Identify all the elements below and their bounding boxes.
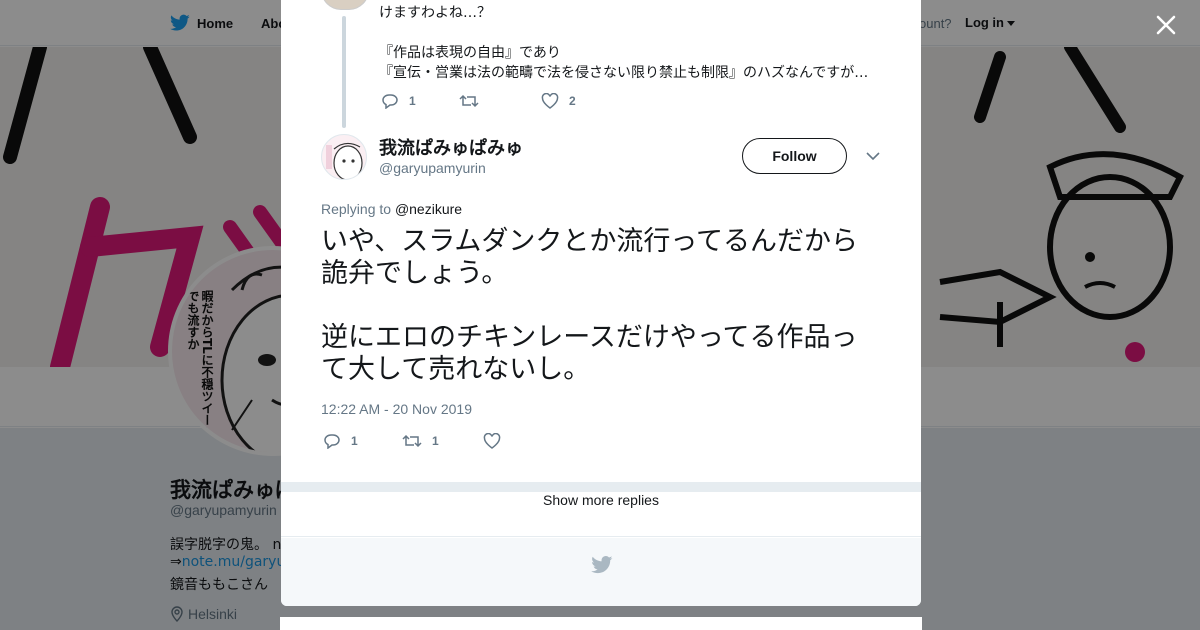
retweet-action[interactable]: 1 xyxy=(402,433,439,449)
reply-author-handle[interactable]: @garyupamyurin xyxy=(379,160,486,176)
parent-tweet-text-line3: 『宣伝・営業は法の範疇で法を侵さない限り禁止も制限』のハズなんですが… xyxy=(379,65,869,81)
parent-retweet-action[interactable] xyxy=(459,93,489,109)
section-divider xyxy=(281,482,921,492)
parent-like-action[interactable]: 2 xyxy=(541,93,576,109)
parent-like-count: 2 xyxy=(569,94,576,108)
reply-count: 1 xyxy=(351,434,358,448)
twitter-bird-icon xyxy=(591,556,613,574)
chevron-down-icon[interactable] xyxy=(866,151,880,161)
reply-action[interactable]: 1 xyxy=(323,433,358,449)
avatar-illustration-small xyxy=(326,142,363,179)
parent-reply-count: 1 xyxy=(409,94,416,108)
next-card-edge xyxy=(280,617,922,630)
parent-reply-action[interactable]: 1 xyxy=(381,93,416,109)
tweet-timestamp[interactable]: 12:22 AM - 20 Nov 2019 xyxy=(321,401,472,417)
retweet-count: 1 xyxy=(432,434,439,448)
show-more-replies-button[interactable]: Show more replies xyxy=(281,492,921,537)
retweet-icon xyxy=(459,94,479,108)
replying-to-link[interactable]: @nezikure xyxy=(395,201,462,217)
close-icon[interactable] xyxy=(1154,13,1178,37)
reply-tweet-text: いや、スラムダンクとか流行ってるんだから詭弁でしょう。 逆にエロのチキンレースだ… xyxy=(321,226,871,386)
reply-author-avatar[interactable] xyxy=(321,134,367,180)
reply-author-name[interactable]: 我流ぱみゅぱみゅ xyxy=(379,134,523,160)
replying-to-line: Replying to @nezikure xyxy=(321,201,462,217)
reply-tweet-paragraph-1: いや、スラムダンクとか流行ってるんだから詭弁でしょう。 xyxy=(321,226,859,289)
heart-icon xyxy=(541,93,559,109)
retweet-icon xyxy=(402,434,422,448)
reply-icon xyxy=(382,94,398,109)
like-action[interactable] xyxy=(483,433,511,449)
parent-tweet-text-line2: 『作品は表現の自由』であり xyxy=(379,45,561,61)
reply-icon xyxy=(324,434,340,449)
heart-icon xyxy=(483,433,501,449)
parent-tweet-text-line1: けますわよね…？ xyxy=(379,5,491,21)
follow-button[interactable]: Follow xyxy=(742,138,847,174)
reply-tweet-paragraph-2: 逆にエロのチキンレースだけやってる作品って大して売れないし。 xyxy=(321,322,858,385)
thread-connector-line xyxy=(342,16,346,128)
tweet-modal: けますわよね…？ 『作品は表現の自由』であり 『宣伝・営業は法の範疇で法を侵さな… xyxy=(281,0,921,606)
modal-footer xyxy=(281,538,921,606)
parent-tweet-avatar[interactable] xyxy=(321,0,369,10)
replying-to-prefix: Replying to xyxy=(321,201,392,217)
